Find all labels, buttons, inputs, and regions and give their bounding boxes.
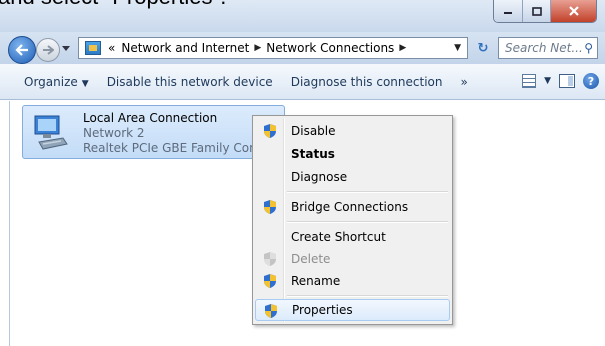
- organize-label: Organize: [24, 74, 78, 89]
- search-input[interactable]: Search Net... ⚲: [498, 37, 598, 59]
- uac-shield-icon: [264, 274, 276, 288]
- minimize-button[interactable]: [494, 0, 522, 22]
- help-icon[interactable]: ?: [583, 73, 599, 89]
- chevron-down-icon: ▼: [81, 78, 89, 89]
- navigation-bar: « Network and Internet ▶ Network Connect…: [0, 32, 605, 64]
- menu-item-label: Status: [291, 147, 335, 161]
- address-bar[interactable]: « Network and Internet ▶ Network Connect…: [78, 37, 468, 59]
- refresh-button[interactable]: ↻: [472, 38, 494, 58]
- search-placeholder: Search Net...: [505, 41, 583, 55]
- back-button[interactable]: [8, 36, 36, 64]
- arrow-right-icon: [43, 45, 54, 55]
- preview-pane-icon[interactable]: [559, 74, 575, 88]
- window-controls: [493, 0, 597, 23]
- chevron-down-icon[interactable]: ▼: [454, 43, 461, 53]
- forward-button[interactable]: [36, 38, 60, 62]
- menu-separator: [287, 191, 448, 193]
- menu-item-delete: Delete: [255, 248, 450, 270]
- menu-item-label: Delete: [291, 252, 331, 266]
- search-icon[interactable]: ⚲: [584, 41, 593, 55]
- menu-item-properties[interactable]: Properties: [255, 299, 450, 321]
- menu-item-label: Rename: [291, 274, 341, 288]
- maximize-button[interactable]: [522, 0, 550, 22]
- uac-shield-icon: [264, 252, 276, 266]
- menu-item-diagnose[interactable]: Diagnose: [255, 166, 450, 188]
- menu-item-label: Disable: [291, 124, 336, 138]
- close-button[interactable]: [550, 0, 596, 22]
- menu-item-label: Create Shortcut: [291, 230, 386, 244]
- uac-shield-icon: [265, 304, 277, 318]
- menu-item-label: Bridge Connections: [291, 200, 409, 214]
- change-view-icon[interactable]: [522, 74, 537, 88]
- instruction-caption: and select "Properties".: [0, 0, 226, 10]
- menu-item-status[interactable]: Status: [255, 143, 450, 165]
- disable-device-button[interactable]: Disable this network device: [98, 75, 282, 89]
- maximize-icon: [531, 6, 542, 16]
- command-bar: Organize ▼ Disable this network device Di…: [0, 64, 605, 100]
- close-icon: [568, 6, 579, 16]
- menu-item-disable[interactable]: Disable: [255, 120, 450, 142]
- menu-separator: [287, 221, 448, 223]
- breadcrumb-network-connections[interactable]: Network Connections: [266, 41, 394, 55]
- menu-separator: [287, 295, 448, 297]
- arrow-left-icon: [15, 44, 28, 56]
- chevron-right-icon[interactable]: ▶: [254, 43, 261, 53]
- menu-item-bridge-connections[interactable]: Bridge Connections: [255, 196, 450, 218]
- recent-pages-dropdown[interactable]: [62, 46, 70, 51]
- breadcrumb-network-and-internet[interactable]: Network and Internet: [121, 41, 249, 55]
- address-overflow[interactable]: «: [108, 41, 115, 55]
- uac-shield-icon: [264, 124, 276, 138]
- more-commands-button[interactable]: »: [451, 75, 476, 89]
- uac-shield-icon: [264, 200, 276, 214]
- title-bar: and select "Properties".: [0, 0, 605, 32]
- view-controls: ▼ ?: [522, 73, 599, 89]
- menu-item-rename[interactable]: Rename: [255, 270, 450, 292]
- minimize-icon: [504, 12, 512, 14]
- menu-item-create-shortcut[interactable]: Create Shortcut: [255, 226, 450, 248]
- chevron-right-icon[interactable]: ▶: [399, 43, 406, 53]
- network-adapter-icon: [34, 115, 68, 150]
- menu-item-label: Diagnose: [291, 170, 348, 184]
- menu-item-label: Properties: [292, 303, 353, 317]
- control-panel-icon: [85, 41, 101, 55]
- chevron-down-icon[interactable]: ▼: [544, 76, 551, 86]
- diagnose-connection-button[interactable]: Diagnose this connection: [282, 75, 452, 89]
- explorer-window: and select "Properties". « Network and I…: [0, 0, 605, 346]
- refresh-icon: ↻: [477, 40, 489, 56]
- context-menu: Disable Status Diagnose Bridge Connectio…: [252, 115, 453, 325]
- list-item-local-area-connection[interactable]: Local Area Connection Network 2 Realtek …: [22, 105, 288, 159]
- organize-button[interactable]: Organize ▼: [0, 75, 98, 89]
